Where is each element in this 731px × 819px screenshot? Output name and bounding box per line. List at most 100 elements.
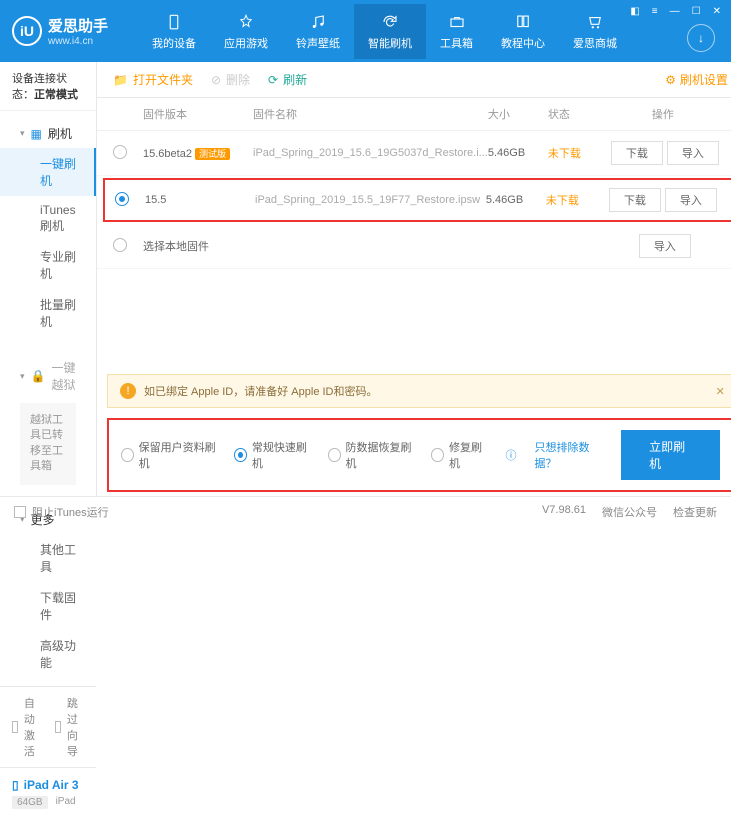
col-version: 固件版本 (143, 106, 253, 122)
delete-button: ⊘删除 (211, 71, 250, 88)
open-folder-button[interactable]: 📁打开文件夹 (113, 71, 193, 88)
menu-icon[interactable]: ≡ (650, 4, 660, 19)
nav-flash[interactable]: 智能刷机 (354, 4, 426, 59)
fw-filename: iPad_Spring_2019_15.6_19G5037d_Restore.i… (253, 147, 488, 159)
sidebar-item-download[interactable]: 下载固件 (0, 582, 96, 630)
opt-quick[interactable]: 常规快速刷机 (234, 439, 310, 471)
toolbox-icon (447, 12, 467, 32)
row-radio[interactable] (113, 238, 127, 252)
row-radio[interactable] (113, 145, 127, 159)
delete-icon: ⊘ (211, 73, 221, 87)
version-label: V7.98.61 (542, 504, 586, 520)
fw-size: 5.46GB (488, 147, 548, 159)
nav-tools[interactable]: 工具箱 (426, 4, 487, 59)
nav-tutorial[interactable]: 教程中心 (487, 4, 559, 59)
app-url: www.i4.cn (48, 36, 108, 47)
refresh-button[interactable]: ⟳刷新 (268, 71, 307, 88)
jailbreak-moved-note: 越狱工具已转移至工具箱 (20, 403, 76, 485)
warning-icon: ! (120, 383, 136, 399)
firmware-row-local[interactable]: 选择本地固件 导入 (97, 224, 731, 269)
logo-icon: iU (12, 16, 42, 46)
fw-size: 5.46GB (486, 194, 546, 206)
device-type: iPad (56, 796, 76, 809)
download-manager-icon[interactable]: ↓ (687, 24, 715, 52)
sidebar-jailbreak-header: ▾🔒一键越狱 (0, 353, 96, 399)
sidebar-item-pro[interactable]: 专业刷机 (0, 241, 96, 289)
nav-device[interactable]: 我的设备 (138, 4, 210, 59)
table-header: 固件版本 固件名称 大小 状态 操作 (97, 98, 731, 131)
import-button[interactable]: 导入 (667, 141, 719, 165)
fw-status: 未下载 (546, 192, 596, 208)
info-icon[interactable]: ⓘ (506, 447, 517, 463)
minimize-icon[interactable]: — (668, 4, 682, 19)
download-button[interactable]: 下载 (609, 188, 661, 212)
sidebar-item-tools[interactable]: 其他工具 (0, 534, 96, 582)
chevron-down-icon: ▾ (20, 128, 25, 139)
firmware-row-selected[interactable]: 15.5 iPad_Spring_2019_15.5_19F77_Restore… (103, 178, 731, 222)
col-ops: 操作 (598, 106, 728, 122)
sidebar-item-advanced[interactable]: 高级功能 (0, 630, 96, 678)
block-itunes-checkbox[interactable] (14, 506, 26, 518)
refresh-icon (380, 12, 400, 32)
radio-icon (328, 448, 341, 462)
exclude-data-link[interactable]: 只想排除数据？ (535, 439, 604, 471)
row-radio[interactable] (115, 192, 129, 206)
toolbar: 📁打开文件夹 ⊘删除 ⟳刷新 ⚙刷机设置 (97, 62, 731, 98)
auto-activate-checkbox[interactable] (12, 721, 18, 733)
col-size: 大小 (488, 106, 548, 122)
col-status: 状态 (548, 106, 598, 122)
fw-status: 未下载 (548, 145, 598, 161)
folder-icon: 📁 (113, 73, 128, 87)
app-header: iU 爱思助手 www.i4.cn 我的设备 应用游戏 铃声壁纸 智能刷机 工具… (0, 0, 731, 62)
connection-status: 设备连接状态：正常模式 (0, 62, 96, 111)
apps-icon (236, 12, 256, 32)
sidebar-item-itunes[interactable]: iTunes刷机 (0, 196, 96, 241)
radio-icon (121, 448, 134, 462)
skip-guide-checkbox[interactable] (55, 721, 61, 733)
window-controls: ◧ ≡ — ☐ ✕ (628, 4, 723, 19)
opt-repair[interactable]: 修复刷机 (431, 439, 487, 471)
nav-ringtones[interactable]: 铃声壁纸 (282, 4, 354, 59)
footer: 阻止iTunes运行 V7.98.61 微信公众号 检查更新 (0, 496, 731, 526)
cart-icon (585, 12, 605, 32)
auto-options: 自动激活 跳过向导 (0, 686, 96, 767)
sidebar-item-batch[interactable]: 批量刷机 (0, 289, 96, 337)
opt-antirecovery[interactable]: 防数据恢复刷机 (328, 439, 413, 471)
phone-icon (164, 12, 184, 32)
device-storage: 64GB (12, 796, 48, 809)
book-icon (513, 12, 533, 32)
col-name: 固件名称 (253, 106, 488, 122)
notice-close-icon[interactable]: ✕ (716, 385, 725, 398)
check-update-link[interactable]: 检查更新 (673, 504, 717, 520)
flash-settings-button[interactable]: ⚙刷机设置 (665, 71, 728, 88)
radio-icon (234, 448, 247, 462)
device-name[interactable]: ▯iPad Air 3 (12, 778, 84, 792)
wechat-link[interactable]: 微信公众号 (602, 504, 657, 520)
firmware-row[interactable]: 15.6beta2测试版 iPad_Spring_2019_15.6_19G50… (97, 131, 731, 176)
sidebar-item-oneclick[interactable]: 一键刷机 (0, 148, 96, 196)
close-icon[interactable]: ✕ (711, 4, 723, 19)
maximize-icon[interactable]: ☐ (690, 4, 703, 19)
logo: iU 爱思助手 www.i4.cn (12, 15, 108, 47)
fw-filename: iPad_Spring_2019_15.5_19F77_Restore.ipsw (255, 194, 486, 206)
beta-badge: 测试版 (195, 148, 230, 160)
download-button[interactable]: 下载 (611, 141, 663, 165)
flash-icon: ▦ (31, 127, 42, 141)
sidebar: 设备连接状态：正常模式 ▾▦刷机 一键刷机 iTunes刷机 专业刷机 批量刷机… (0, 62, 97, 496)
main-panel: 📁打开文件夹 ⊘删除 ⟳刷新 ⚙刷机设置 固件版本 固件名称 大小 状态 操作 … (97, 62, 731, 496)
gear-icon: ⚙ (665, 73, 676, 87)
theme-icon[interactable]: ◧ (628, 4, 641, 19)
refresh-icon: ⟳ (268, 73, 278, 87)
flash-now-button[interactable]: 立即刷机 (621, 430, 720, 480)
nav-apps[interactable]: 应用游戏 (210, 4, 282, 59)
music-icon (308, 12, 328, 32)
radio-icon (431, 448, 444, 462)
sidebar-flash-header[interactable]: ▾▦刷机 (0, 119, 96, 148)
chevron-down-icon: ▾ (20, 371, 25, 382)
nav-store[interactable]: 爱思商城 (559, 4, 631, 59)
import-button[interactable]: 导入 (639, 234, 691, 258)
opt-keep-data[interactable]: 保留用户资料刷机 (121, 439, 216, 471)
app-title: 爱思助手 (48, 15, 108, 36)
import-button[interactable]: 导入 (665, 188, 717, 212)
flash-options-bar: 保留用户资料刷机 常规快速刷机 防数据恢复刷机 修复刷机 ⓘ 只想排除数据？ 立… (107, 418, 731, 492)
